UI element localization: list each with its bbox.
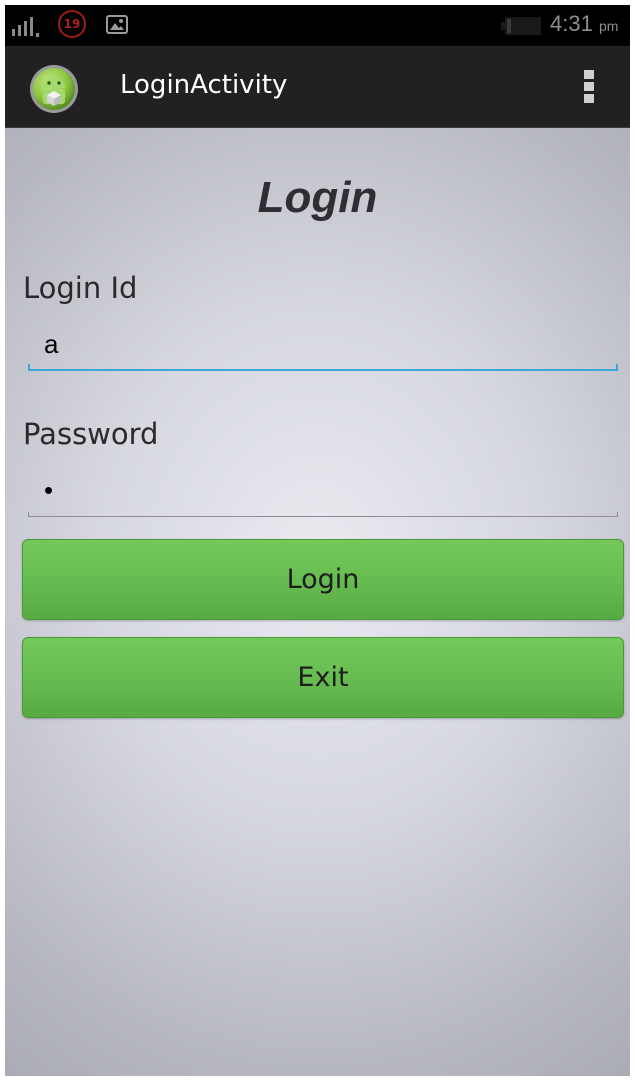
- signal-icon: [12, 17, 39, 37]
- gallery-icon: [106, 15, 128, 34]
- password-label: Password: [23, 417, 159, 451]
- android-app-icon[interactable]: [29, 64, 79, 114]
- login-id-value: a: [44, 329, 59, 359]
- notification-badge-icon: 19: [58, 10, 86, 38]
- status-clock: 4:31 pm: [550, 11, 619, 36]
- exit-button[interactable]: Exit: [22, 637, 624, 718]
- status-bar: 19 4:31 pm: [5, 5, 630, 46]
- action-bar: LoginActivity: [5, 46, 630, 128]
- login-id-underline: [28, 364, 618, 371]
- page-title: Login: [257, 173, 378, 222]
- password-underline: [28, 512, 618, 517]
- password-value: •: [44, 475, 54, 505]
- login-id-field[interactable]: a: [28, 321, 618, 371]
- overflow-menu-icon[interactable]: [577, 68, 601, 106]
- battery-icon: [501, 17, 541, 35]
- action-bar-title: LoginActivity: [120, 70, 288, 100]
- login-button[interactable]: Login: [22, 539, 624, 620]
- login-id-label: Login Id: [23, 271, 138, 305]
- phone-screen: 19 4:31 pm LoginActivity Login Login Id …: [5, 5, 630, 1076]
- password-field[interactable]: •: [28, 467, 618, 517]
